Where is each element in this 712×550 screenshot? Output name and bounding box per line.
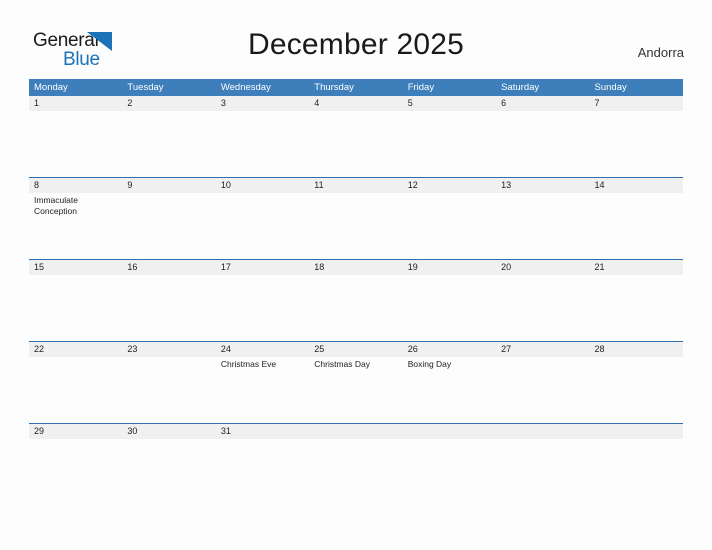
day-number[interactable]: 8 bbox=[29, 178, 122, 193]
day-number[interactable] bbox=[403, 424, 496, 439]
weekday-header-wednesday: Wednesday bbox=[220, 82, 271, 93]
day-event bbox=[590, 357, 683, 423]
day-event bbox=[590, 193, 683, 259]
day-event bbox=[216, 193, 309, 259]
day-event bbox=[403, 439, 496, 464]
day-number[interactable]: 5 bbox=[403, 96, 496, 111]
day-number[interactable]: 10 bbox=[216, 178, 309, 193]
day-event: Boxing Day bbox=[407, 359, 452, 369]
day-number[interactable]: 12 bbox=[403, 178, 496, 193]
week-row: 29 30 31 bbox=[29, 423, 683, 464]
day-event bbox=[496, 439, 589, 464]
day-event bbox=[309, 275, 402, 341]
weekday-header-sunday: Sunday bbox=[594, 82, 627, 93]
day-number[interactable]: 1 bbox=[29, 96, 122, 111]
day-number[interactable]: 6 bbox=[496, 96, 589, 111]
day-number[interactable]: 27 bbox=[496, 342, 589, 357]
weekday-header-row: Monday Tuesday Wednesday Thursday Friday… bbox=[29, 79, 683, 96]
day-number[interactable]: 29 bbox=[29, 424, 122, 439]
day-number[interactable]: 7 bbox=[590, 96, 683, 111]
day-event bbox=[216, 111, 309, 177]
day-number[interactable]: 19 bbox=[403, 260, 496, 275]
country-label: Andorra bbox=[637, 45, 684, 60]
week-event-band: Christmas Eve Christmas Day Boxing Day bbox=[29, 357, 683, 423]
day-event bbox=[496, 275, 589, 341]
weekday-header-monday: Monday bbox=[34, 82, 68, 93]
day-number[interactable]: 18 bbox=[309, 260, 402, 275]
day-number[interactable]: 16 bbox=[122, 260, 215, 275]
day-event bbox=[403, 111, 496, 177]
calendar-grid: Monday Tuesday Wednesday Thursday Friday… bbox=[29, 79, 683, 464]
day-event bbox=[122, 193, 215, 259]
day-number[interactable]: 3 bbox=[216, 96, 309, 111]
day-number[interactable]: 17 bbox=[216, 260, 309, 275]
day-number[interactable]: 21 bbox=[590, 260, 683, 275]
day-number[interactable]: 13 bbox=[496, 178, 589, 193]
day-event bbox=[122, 111, 215, 177]
day-event bbox=[309, 111, 402, 177]
week-row: 8 9 10 11 12 13 14 Immaculate Conception bbox=[29, 177, 683, 259]
day-number[interactable]: 23 bbox=[122, 342, 215, 357]
week-event-band bbox=[29, 275, 683, 341]
day-number[interactable]: 22 bbox=[29, 342, 122, 357]
week-date-band: 1 2 3 4 5 6 7 bbox=[29, 96, 683, 111]
day-number[interactable]: 28 bbox=[590, 342, 683, 357]
week-row: 22 23 24 25 26 27 28 Christmas Eve Chris… bbox=[29, 341, 683, 423]
day-event bbox=[29, 357, 122, 423]
week-event-band: Immaculate Conception bbox=[29, 193, 683, 259]
day-number[interactable]: 24 bbox=[216, 342, 309, 357]
day-number[interactable]: 26 bbox=[403, 342, 496, 357]
day-event bbox=[309, 193, 402, 259]
day-event bbox=[29, 111, 122, 177]
day-number[interactable]: 2 bbox=[122, 96, 215, 111]
day-event bbox=[496, 193, 589, 259]
day-number[interactable]: 15 bbox=[29, 260, 122, 275]
day-event bbox=[216, 275, 309, 341]
day-event bbox=[590, 275, 683, 341]
week-date-band: 8 9 10 11 12 13 14 bbox=[29, 178, 683, 193]
day-event bbox=[590, 439, 683, 464]
week-row: 15 16 17 18 19 20 21 bbox=[29, 259, 683, 341]
day-event bbox=[403, 193, 496, 259]
day-number[interactable]: 11 bbox=[309, 178, 402, 193]
day-number[interactable]: 9 bbox=[122, 178, 215, 193]
week-row: 1 2 3 4 5 6 7 bbox=[29, 96, 683, 177]
day-event bbox=[122, 357, 215, 423]
day-number[interactable] bbox=[590, 424, 683, 439]
weekday-header-tuesday: Tuesday bbox=[127, 82, 164, 93]
day-number[interactable]: 31 bbox=[216, 424, 309, 439]
page-title: December 2025 bbox=[247, 28, 465, 61]
day-event bbox=[309, 439, 402, 464]
week-date-band: 22 23 24 25 26 27 28 bbox=[29, 342, 683, 357]
week-date-band: 29 30 31 bbox=[29, 424, 683, 439]
day-event: Christmas Eve bbox=[220, 359, 277, 369]
day-number[interactable] bbox=[309, 424, 402, 439]
weekday-header-friday: Friday bbox=[407, 82, 435, 93]
day-event bbox=[29, 439, 122, 464]
weekday-header-thursday: Thursday bbox=[314, 82, 354, 93]
day-event: Immaculate Conception bbox=[34, 195, 78, 216]
page-header: General Blue December 2025 Andorra bbox=[0, 0, 712, 78]
day-event bbox=[590, 111, 683, 177]
day-event bbox=[29, 275, 122, 341]
week-date-band: 15 16 17 18 19 20 21 bbox=[29, 260, 683, 275]
day-event bbox=[403, 275, 496, 341]
day-event: Christmas Day bbox=[314, 359, 370, 369]
day-number[interactable]: 14 bbox=[590, 178, 683, 193]
day-event bbox=[216, 439, 309, 464]
day-number[interactable]: 30 bbox=[122, 424, 215, 439]
day-number[interactable]: 25 bbox=[309, 342, 402, 357]
day-event bbox=[122, 275, 215, 341]
day-event bbox=[496, 357, 589, 423]
day-event bbox=[496, 111, 589, 177]
weekday-header-saturday: Saturday bbox=[501, 82, 540, 93]
day-number[interactable]: 20 bbox=[496, 260, 589, 275]
week-event-band bbox=[29, 439, 683, 464]
day-number[interactable]: 4 bbox=[309, 96, 402, 111]
day-event bbox=[122, 439, 215, 464]
day-number[interactable] bbox=[496, 424, 589, 439]
week-event-band bbox=[29, 111, 683, 177]
